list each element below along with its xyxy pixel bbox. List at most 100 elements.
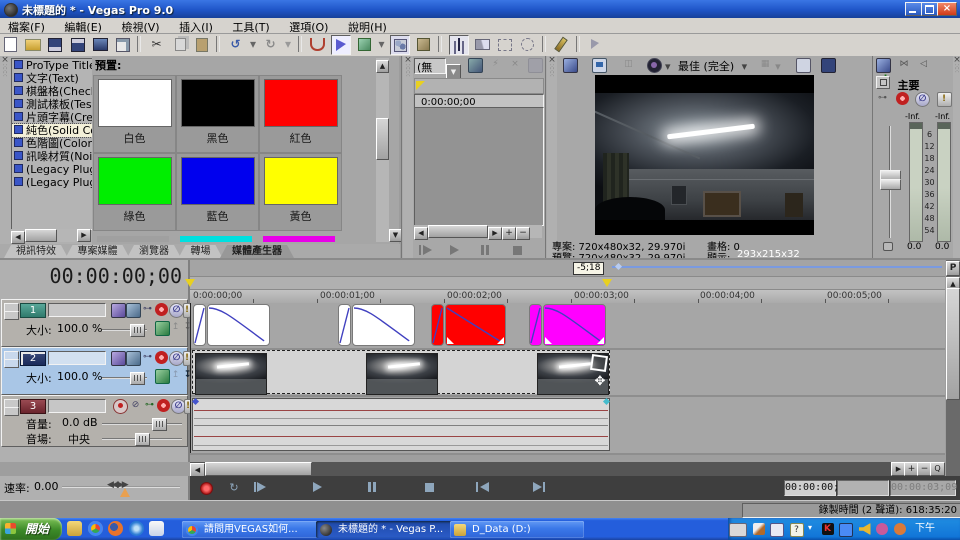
track-motion-icon[interactable] [111, 303, 126, 318]
preset-green[interactable]: 綠色 [93, 153, 176, 231]
auto-ripple-icon[interactable] [496, 35, 514, 53]
pin-icon[interactable]: ⁙⁙⁙ [547, 65, 557, 77]
tray-device-icon[interactable] [876, 523, 888, 535]
generator-item-legacy-2[interactable]: (Legacy Plug-In [12, 176, 92, 189]
meter-left[interactable] [909, 122, 923, 242]
zoom-out-icon[interactable]: − [516, 227, 530, 240]
stop-button[interactable] [417, 479, 441, 496]
track-name-input[interactable] [48, 303, 106, 317]
envelope-point-icon[interactable] [603, 398, 610, 405]
track-lane-1[interactable] [190, 303, 945, 350]
meter-right[interactable] [937, 122, 951, 242]
track-fx-icon[interactable] [155, 351, 168, 364]
quicklaunch-folder-icon[interactable] [67, 521, 82, 536]
generator-item-legacy-1[interactable]: (Legacy Plug-In [12, 163, 92, 176]
import-media-icon[interactable] [114, 35, 132, 53]
bypass-motion-blur-icon[interactable]: ⊶ [141, 351, 154, 364]
track-mute-icon[interactable]: ∅ [169, 303, 184, 318]
loop-region-handle[interactable] [615, 263, 622, 270]
fade-handle[interactable] [597, 337, 604, 344]
generator-item-color-gradient[interactable]: 色階圖(Color Gra [12, 137, 92, 150]
clip-red[interactable] [445, 304, 506, 346]
clip-white-2-fadein[interactable] [338, 304, 351, 346]
go-to-start-button[interactable] [472, 479, 496, 496]
scroll-right-icon[interactable]: ▶ [77, 229, 91, 242]
trimmer-hscrollbar[interactable]: ◀▶+− [414, 225, 542, 238]
track-fx-icon[interactable] [155, 303, 168, 316]
tray-collapse-icon[interactable]: ▾ [808, 523, 812, 532]
fade-handle[interactable] [545, 337, 552, 344]
fade-handle[interactable] [497, 337, 504, 344]
slider-handle[interactable] [135, 433, 150, 446]
save-project-icon[interactable] [46, 35, 64, 53]
generator-item-protype[interactable]: ProType Titler [12, 59, 92, 72]
new-project-icon[interactable] [1, 35, 19, 53]
scroll-up-icon[interactable]: ▲ [376, 60, 389, 73]
slider-handle[interactable] [152, 418, 167, 431]
clip-white-1-fadein[interactable] [193, 304, 206, 346]
scroll-thumb[interactable] [25, 229, 57, 242]
generator-item-test-pattern[interactable]: 測試樣板(Test P [12, 98, 92, 111]
pin-icon[interactable]: ⁙⁙⁙ [0, 65, 10, 77]
scroll-right-icon[interactable]: ▶ [488, 227, 502, 240]
preset-white[interactable]: 白色 [93, 75, 176, 153]
track-compositing-icon[interactable] [126, 351, 141, 366]
volume-slider[interactable] [102, 423, 182, 424]
preset-black[interactable]: 黑色 [176, 75, 259, 153]
track-restore-button[interactable] [4, 311, 19, 320]
interactive-tutorials-icon[interactable] [552, 35, 570, 53]
event-move-icon[interactable]: ✥ [593, 375, 607, 389]
snap-icon[interactable] [308, 35, 326, 53]
scroll-thumb[interactable] [428, 225, 488, 238]
preset-yellow[interactable]: 黃色 [259, 153, 342, 231]
trimmer-play-button[interactable] [446, 242, 470, 259]
shuttle-slider[interactable]: ◀◀▶▶ [62, 486, 180, 487]
timeline-vscrollbar[interactable]: P ▲ ▼ + − [946, 260, 960, 476]
envelope-tool-icon[interactable] [355, 35, 373, 53]
scroll-thumb[interactable] [205, 462, 312, 476]
generator-item-noise-texture[interactable]: 訊噪材質(Noise [12, 150, 92, 163]
copy-snapshot-icon[interactable] [796, 58, 811, 73]
master-fader-handle2[interactable] [880, 179, 901, 190]
tray-help-icon[interactable]: ? [790, 523, 804, 537]
trimmer-av-icon[interactable] [468, 58, 483, 73]
selection-length-box[interactable] [837, 480, 889, 496]
preview-quality-icon[interactable] [647, 58, 662, 73]
track-number-badge[interactable]: 3 [20, 399, 46, 414]
timeline-ruler[interactable]: 0:00:00;00 00:00:01;00 00:00:02;00 00:00… [190, 290, 945, 304]
fade-handle[interactable] [209, 337, 216, 344]
end-time-box[interactable]: 00:00:03;09 [890, 480, 956, 496]
whats-this-help-icon[interactable] [586, 35, 604, 53]
trimmer-marker-icon[interactable] [416, 81, 425, 90]
preset-partial-gray[interactable] [97, 236, 169, 242]
preset-partial-magenta[interactable] [263, 236, 335, 242]
track-lane-2[interactable]: ✥ [190, 350, 945, 397]
panel-grip[interactable]: × ⁙⁙⁙ [0, 56, 10, 244]
timeline-hscrollbar[interactable]: ◀ ▶ + − Q [190, 462, 945, 476]
edit-cursor-marker-icon[interactable] [185, 279, 195, 287]
auto-crossfade-icon[interactable] [473, 35, 491, 53]
lock-envelopes-icon[interactable] [518, 35, 536, 53]
event-pan-crop-icon[interactable] [590, 354, 608, 372]
bus-fx-icon[interactable] [896, 92, 909, 105]
pan-mode-icon[interactable]: ⊶ [143, 399, 156, 412]
go-to-end-button[interactable] [528, 479, 552, 496]
track-name-input[interactable] [48, 351, 106, 365]
quality-dropdown-arrow-icon[interactable]: ▾ [665, 60, 671, 73]
scroll-thumb[interactable] [946, 288, 960, 400]
track-header-3[interactable]: 3 ⊘ ⊶ ∅ ! 音量: 0.0 dB 音場: 中央 [1, 395, 188, 447]
fade-handle[interactable] [406, 337, 413, 344]
scroll-left-icon[interactable]: ◀ [190, 463, 205, 477]
open-project-icon[interactable] [24, 35, 42, 53]
track-size-value[interactable]: 100.0 % [57, 370, 102, 383]
marker-tool-button[interactable]: P [946, 261, 960, 276]
track-size-value[interactable]: 100.0 % [57, 322, 102, 335]
envelope-dropdown-icon[interactable]: ▾ [378, 35, 386, 53]
tab-project-media[interactable]: 專案媒體 [66, 245, 130, 258]
arm-record-icon[interactable] [113, 399, 128, 414]
insert-fx-icon[interactable]: ⊶ [876, 92, 889, 105]
taskbar-window-vegas[interactable]: 未標題的 * - Vegas P... [316, 521, 466, 538]
timeline-big-timecode[interactable]: 00:00:00;00 [0, 264, 182, 292]
bus-collapse-button[interactable] [876, 76, 890, 89]
loop-region-bar[interactable] [612, 266, 942, 268]
